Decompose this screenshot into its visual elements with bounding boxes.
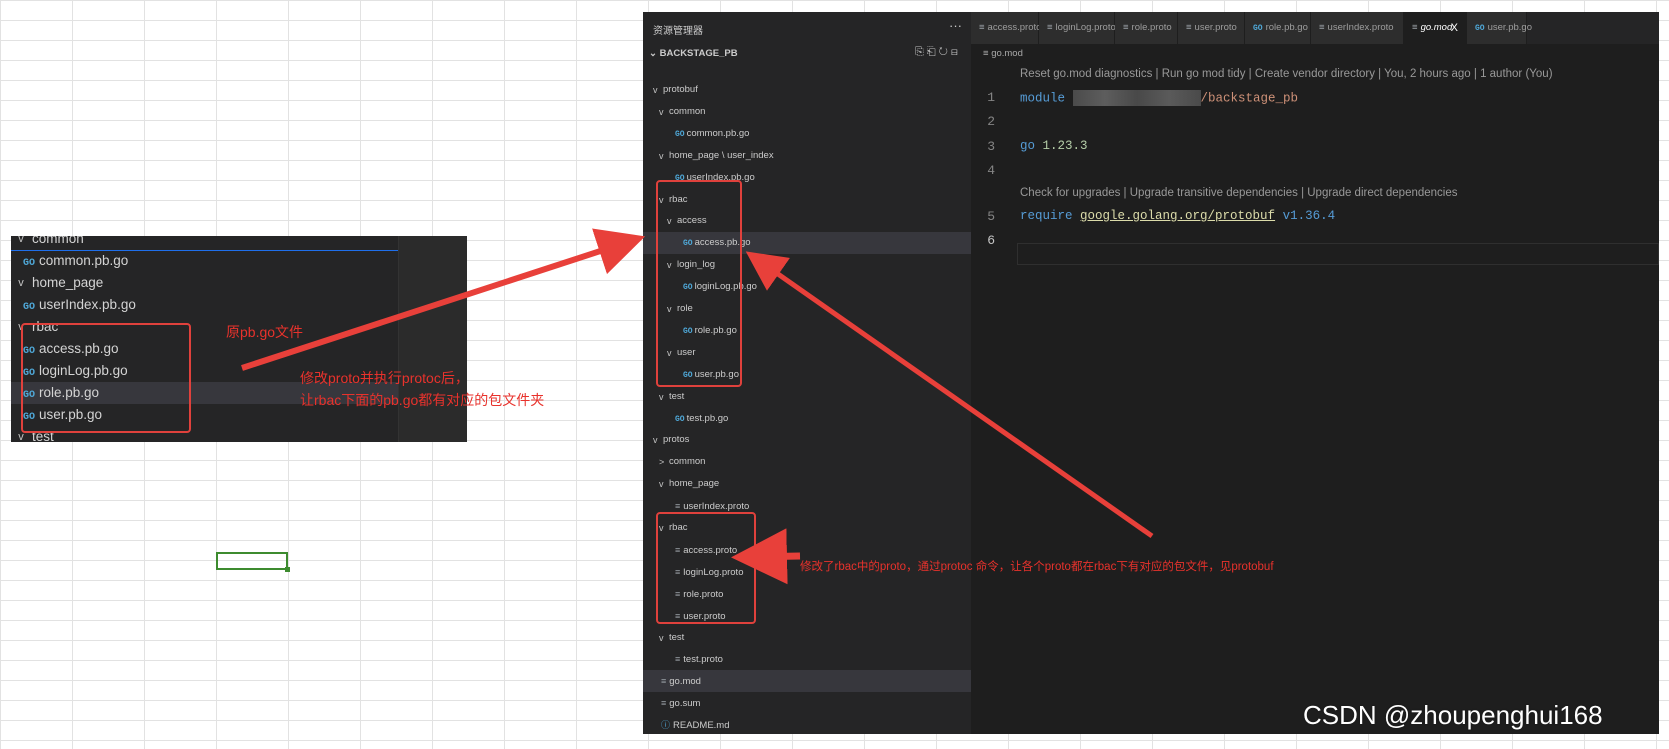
annotation-protos-note: 修改了rbac中的proto，通过protoc 命令，让各个proto都在rba… <box>800 561 1274 573</box>
annotation-modified-line2: 让rbac下面的pb.go都有对应的包文件夹 <box>300 392 545 408</box>
arrow-to-protos <box>731 528 801 585</box>
arrow-to-protobuf <box>241 228 646 371</box>
arrow-to-rbac-folder <box>745 251 1154 539</box>
annotation-arrows <box>241 228 1154 585</box>
annotation-original: 原pb.go文件 <box>226 324 304 340</box>
annotation-modified-line1: 修改proto并执行protoc后， <box>300 370 469 386</box>
